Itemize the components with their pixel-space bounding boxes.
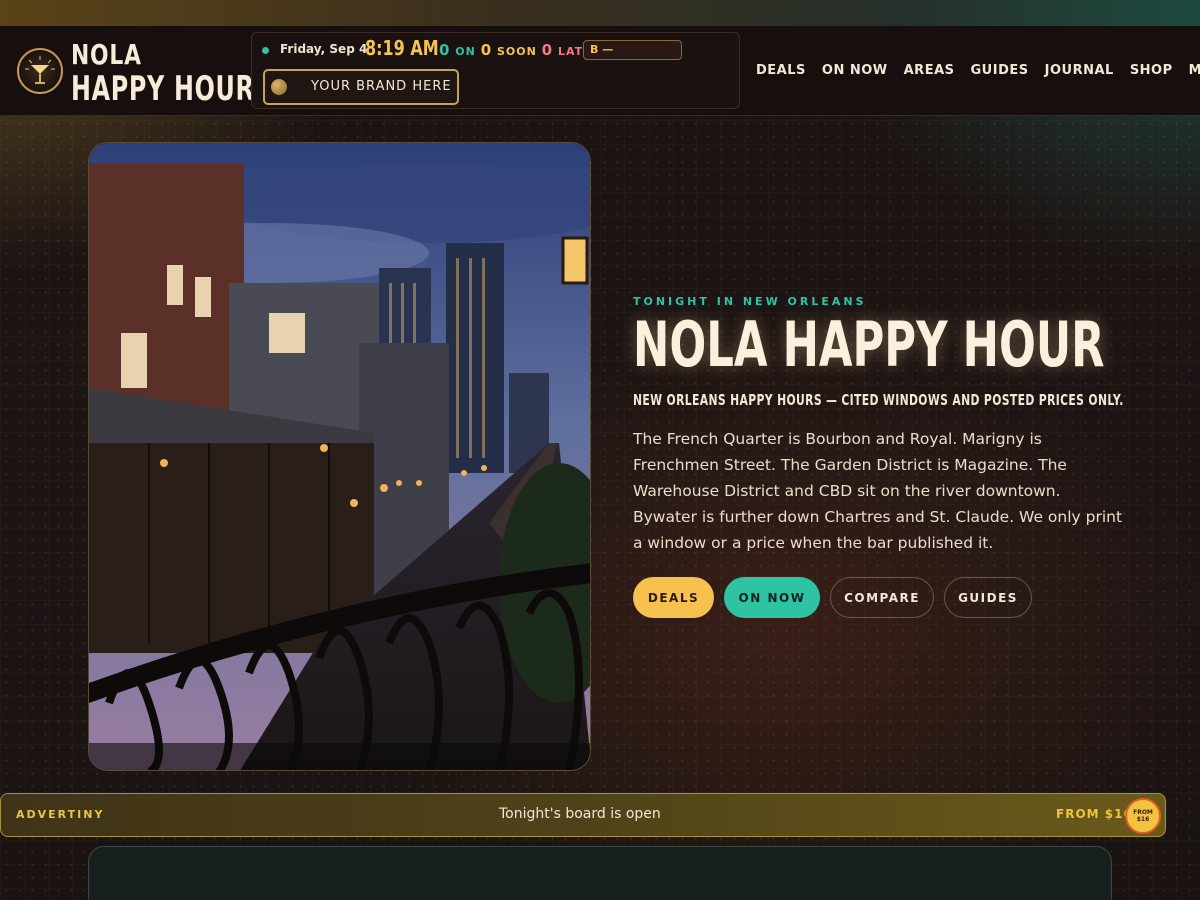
nav-on-now[interactable]: ON NOW	[822, 63, 888, 78]
hero-buttons: DEALS ON NOW COMPARE GUIDES	[633, 577, 1032, 618]
current-date: Friday, Sep 4	[280, 42, 368, 56]
site-header: NOLA HAPPY HOUR Friday, Sep 4 8:19 AM 0 …	[0, 26, 1200, 116]
on-label: ON	[455, 45, 476, 58]
price-sticker: FROM $16	[1125, 798, 1161, 834]
ad-price: FROM $16	[1056, 807, 1133, 821]
content-panel	[88, 846, 1112, 900]
logo-line-2: HAPPY HOUR	[71, 69, 255, 109]
hero-description: The French Quarter is Bourbon and Royal.…	[633, 430, 1123, 552]
nav-guides[interactable]: GUIDES	[971, 63, 1029, 78]
hero-title: NOLA HAPPY HOUR	[633, 308, 1105, 381]
current-time: 8:19 AM	[365, 36, 439, 60]
deal-counts: 0 ON 0 SOON 0 LATE	[439, 41, 592, 59]
soon-count: 0	[480, 41, 493, 59]
live-status-panel: Friday, Sep 4 8:19 AM 0 ON 0 SOON 0 LATE…	[251, 32, 740, 109]
compare-button[interactable]: COMPARE	[830, 577, 934, 618]
main-nav: DEALS ON NOW AREAS GUIDES JOURNAL SHOP M…	[756, 63, 1200, 78]
nav-more[interactable]: MORE	[1189, 63, 1200, 78]
hero-subtitle: NEW ORLEANS HAPPY HOURS — CITED WINDOWS …	[633, 391, 1124, 409]
ad-banner[interactable]: ADVERTINY Tonight's board is open FROM $…	[0, 793, 1166, 837]
on-now-button[interactable]: ON NOW	[724, 577, 820, 618]
nav-shop[interactable]: SHOP	[1130, 63, 1173, 78]
top-accent-strip	[0, 0, 1200, 26]
guides-button[interactable]: GUIDES	[944, 577, 1032, 618]
soon-label: SOON	[496, 45, 537, 58]
ad-text: Tonight's board is open	[499, 806, 661, 822]
nav-areas[interactable]: AREAS	[904, 63, 955, 78]
your-brand-button[interactable]: YOUR BRAND HERE	[263, 69, 459, 105]
coin-icon	[271, 79, 287, 95]
deals-button[interactable]: DEALS	[633, 577, 714, 618]
your-brand-label: YOUR BRAND HERE	[311, 79, 452, 94]
late-count: 0	[541, 41, 554, 59]
cocktail-glass-icon[interactable]	[17, 48, 63, 94]
ticker-badge[interactable]: B —	[583, 40, 682, 60]
ad-label: ADVERTINY	[16, 808, 105, 821]
on-count: 0	[439, 41, 451, 59]
french-quarter-balcony-night-photo	[88, 142, 591, 771]
hero-kicker: TONIGHT IN NEW ORLEANS	[633, 295, 867, 308]
logo-line-1: NOLA	[71, 38, 142, 71]
live-indicator-dot	[262, 47, 269, 54]
nav-journal[interactable]: JOURNAL	[1045, 63, 1114, 78]
nav-deals[interactable]: DEALS	[756, 63, 806, 78]
